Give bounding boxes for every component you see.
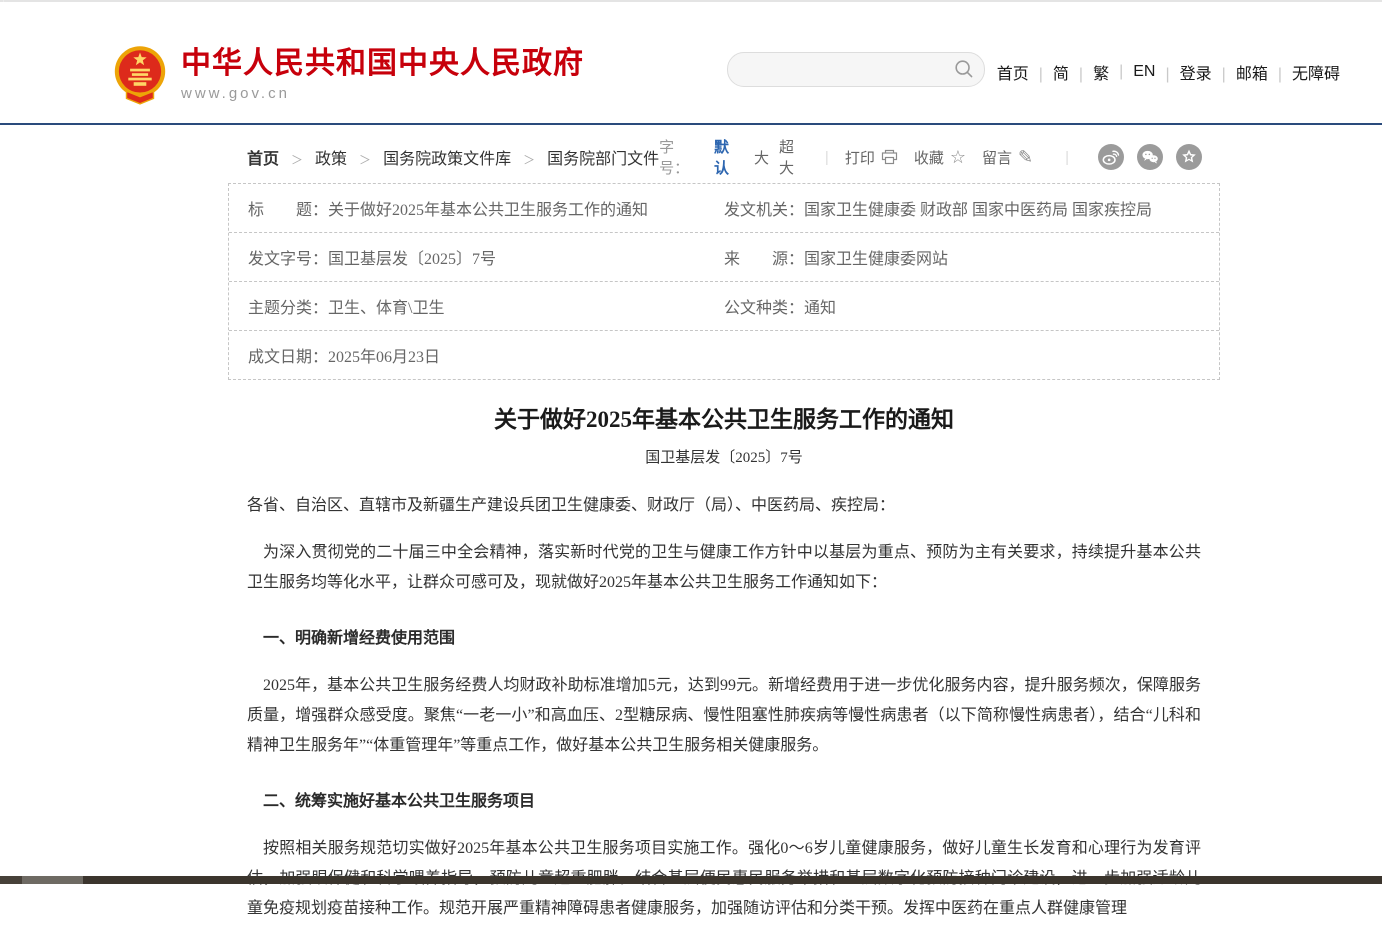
- breadcrumb: 首页 政策 国务院政策文件库 国务院部门文件: [228, 145, 659, 169]
- article-toolbar: 字号： 默认 大 超大 | 打印 收藏 ☆ 留言 ✎ |: [659, 136, 1202, 178]
- font-size-xlarge-button[interactable]: 超大: [779, 136, 809, 178]
- gov-logo[interactable]: 中华人民共和国中央人民政府 www.gov.cn: [113, 44, 584, 106]
- favorite-button[interactable]: 收藏 ☆: [914, 147, 966, 168]
- meta-row: 主题分类： 卫生、体育\卫生 公文种类： 通知: [229, 282, 1219, 331]
- meta-value-source: 国家卫生健康委网站: [804, 245, 948, 269]
- meta-value-doc-type: 通知: [804, 294, 836, 318]
- star-icon: ☆: [950, 148, 966, 166]
- nav-accessibility[interactable]: 无障碍: [1268, 60, 1340, 84]
- meta-value-title: 关于做好2025年基本公共卫生服务工作的通知: [328, 196, 648, 220]
- article-salutation: 各省、自治区、直辖市及新疆生产建设兵团卫生健康委、财政厅（局）、中医药局、疾控局…: [247, 491, 1201, 521]
- meta-label-doc-number: 发文字号：: [248, 245, 328, 269]
- share-buttons: [1085, 144, 1202, 170]
- meta-value-issuing-agency: 国家卫生健康委 财政部 国家中医药局 国家疾控局: [804, 196, 1152, 220]
- nav-login[interactable]: 登录: [1155, 60, 1211, 84]
- nav-english[interactable]: EN: [1109, 63, 1155, 81]
- meta-value-doc-number: 国卫基层发〔2025〕7号: [328, 245, 496, 269]
- breadcrumb-toolbar-row: 首页 政策 国务院政策文件库 国务院部门文件 字号： 默认 大 超大 | 打印 …: [228, 143, 1220, 171]
- article-title: 关于做好2025年基本公共卫生服务工作的通知: [228, 400, 1220, 434]
- font-size-large-button[interactable]: 大: [754, 147, 769, 168]
- search-icon[interactable]: [954, 59, 974, 84]
- article-paragraph: 为深入贯彻党的二十届三中全会精神，落实新时代党的卫生与健康工作方针中以基层为重点…: [247, 538, 1201, 598]
- article-section-heading-1: 一、明确新增经费使用范围: [247, 624, 1201, 654]
- weibo-share-icon[interactable]: [1098, 144, 1124, 170]
- meta-row: 标 题： 关于做好2025年基本公共卫生服务工作的通知 发文机关： 国家卫生健康…: [229, 184, 1219, 233]
- toolbar-divider: |: [825, 149, 829, 166]
- meta-row: 成文日期： 2025年06月23日: [229, 331, 1219, 379]
- meta-label-issuing-agency: 发文机关：: [724, 196, 804, 220]
- meta-value-topic-category: 卫生、体育\卫生: [328, 294, 444, 318]
- site-header: 中华人民共和国中央人民政府 www.gov.cn 首页 简 繁 EN 登录 邮箱…: [0, 2, 1382, 125]
- breadcrumb-home[interactable]: 首页: [247, 145, 279, 169]
- article: 关于做好2025年基本公共卫生服务工作的通知 国卫基层发〔2025〕7号 各省、…: [228, 392, 1220, 941]
- site-title: 中华人民共和国中央人民政府: [181, 48, 584, 80]
- font-size-default-button[interactable]: 默认: [714, 136, 744, 178]
- search-input[interactable]: [742, 53, 946, 88]
- pencil-icon: ✎: [1018, 148, 1033, 166]
- meta-label-source: 来 源：: [724, 245, 804, 269]
- top-nav: 首页 简 繁 EN 登录 邮箱 无障碍: [997, 60, 1340, 84]
- nav-mail[interactable]: 邮箱: [1212, 60, 1268, 84]
- nav-traditional-chinese[interactable]: 繁: [1069, 60, 1109, 84]
- font-size-label: 字号：: [659, 136, 704, 178]
- comment-button[interactable]: 留言 ✎: [982, 147, 1033, 168]
- national-emblem-icon: [113, 44, 167, 106]
- favorite-share-icon[interactable]: [1176, 144, 1202, 170]
- meta-row: 发文字号： 国卫基层发〔2025〕7号 来 源： 国家卫生健康委网站: [229, 233, 1219, 282]
- breadcrumb-department-documents[interactable]: 国务院部门文件: [511, 145, 659, 169]
- meta-value-date: 2025年06月23日: [328, 343, 440, 367]
- document-meta-table: 标 题： 关于做好2025年基本公共卫生服务工作的通知 发文机关： 国家卫生健康…: [228, 183, 1220, 380]
- breadcrumb-policy[interactable]: 政策: [279, 145, 347, 169]
- meta-label-date: 成文日期：: [248, 343, 328, 367]
- nav-home[interactable]: 首页: [997, 60, 1029, 84]
- site-url: www.gov.cn: [181, 85, 584, 102]
- meta-label-doc-type: 公文种类：: [724, 294, 804, 318]
- print-button[interactable]: 打印: [845, 147, 898, 168]
- meta-label-title: 标 题：: [248, 196, 328, 220]
- wechat-share-icon[interactable]: [1137, 144, 1163, 170]
- toolbar-divider: |: [1065, 149, 1069, 166]
- printer-icon: [881, 149, 898, 165]
- meta-label-topic-category: 主题分类：: [248, 294, 328, 318]
- article-section-heading-2: 二、统筹实施好基本公共卫生服务项目: [247, 787, 1201, 817]
- taskbar-edge-segment: [22, 876, 83, 884]
- article-body: 各省、自治区、直辖市及新疆生产建设兵团卫生健康委、财政厅（局）、中医药局、疾控局…: [228, 491, 1220, 924]
- breadcrumb-policy-library[interactable]: 国务院政策文件库: [347, 145, 511, 169]
- nav-simplified-chinese[interactable]: 简: [1029, 60, 1069, 84]
- taskbar-edge: [0, 876, 1382, 884]
- article-paragraph: 2025年，基本公共卫生服务经费人均财政补助标准增加5元，达到99元。新增经费用…: [247, 671, 1201, 761]
- search-box[interactable]: [727, 52, 985, 87]
- article-doc-number: 国卫基层发〔2025〕7号: [228, 446, 1220, 467]
